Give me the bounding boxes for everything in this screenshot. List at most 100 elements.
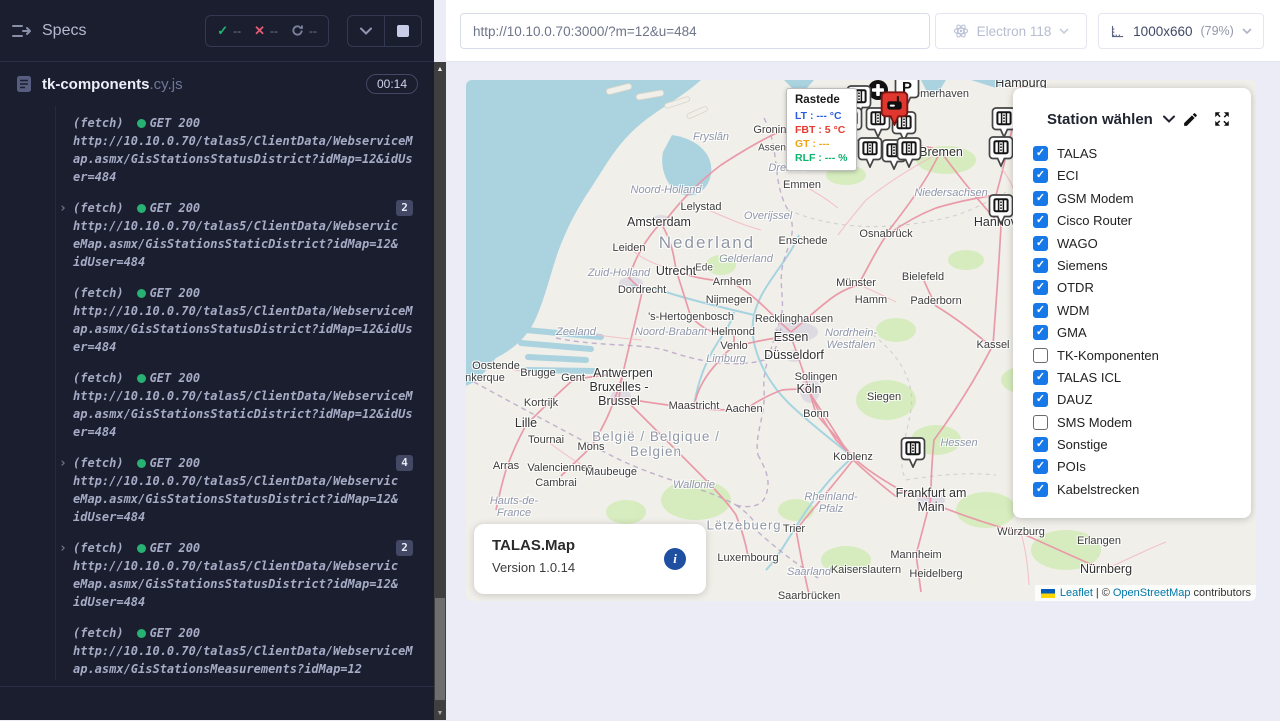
stop-button[interactable] [384, 16, 421, 46]
station-filter-talas[interactable]: ✓TALAS [1033, 146, 1251, 161]
measurement-row: FBT : 5 °C [795, 123, 848, 137]
station-panel-title[interactable]: Station wählen [1047, 111, 1153, 128]
measurement-row: LT : --- °C [795, 109, 848, 123]
checkbox-icon[interactable]: ✓ [1033, 280, 1048, 295]
checkbox-icon[interactable]: ✓ [1033, 146, 1048, 161]
osm-link[interactable]: OpenStreetMap [1113, 587, 1191, 599]
call-count-badge: 2 [396, 540, 413, 556]
network-log-entry[interactable]: ›(fetch)GET 2004http://10.10.0.70/talas5… [73, 454, 413, 526]
chevron-down-icon[interactable] [1163, 115, 1175, 123]
network-log-entry[interactable]: (fetch)GET 200http://10.10.0.70/talas5/C… [73, 114, 413, 186]
network-log-entry[interactable]: (fetch)GET 200http://10.10.0.70/talas5/C… [73, 624, 413, 678]
expand-chevron-icon[interactable]: › [59, 200, 67, 218]
request-url: http://10.10.0.70/talas5/ClientData/Webs… [73, 302, 413, 356]
collapse-chevron-button[interactable] [348, 16, 384, 46]
request-url: http://10.10.0.70/talas5/ClientData/Webs… [73, 472, 413, 526]
checkbox-label: DAUZ [1057, 392, 1092, 407]
url-input[interactable] [460, 13, 930, 49]
reporter-scrollbar[interactable]: ▲ ▼ [434, 62, 446, 720]
marker-station-alarm[interactable] [880, 91, 909, 131]
checkbox-label: TALAS ICL [1057, 370, 1121, 385]
checkbox-icon[interactable]: ✓ [1033, 325, 1048, 340]
station-filter-panel: Station wählen ✓TALAS✓ECI✓GSM Modem✓Cisc… [1013, 88, 1251, 518]
station-filter-cisco-router[interactable]: ✓Cisco Router [1033, 213, 1251, 228]
checkbox-icon[interactable]: ✓ [1033, 303, 1048, 318]
checkbox-icon[interactable]: ✓ [1033, 392, 1048, 407]
aut-topbar: Electron 118 1000x660 (79%) [446, 0, 1280, 62]
leaflet-link[interactable]: Leaflet [1060, 587, 1093, 599]
checkbox-icon[interactable] [1033, 348, 1048, 363]
scroll-down-arrow[interactable]: ▼ [434, 706, 446, 720]
edit-pencil-icon[interactable] [1182, 111, 1199, 128]
expand-chevron-icon[interactable]: › [59, 540, 67, 558]
electron-icon [953, 23, 969, 39]
station-filter-kabelstrecken[interactable]: ✓ Kabelstrecken [1033, 482, 1251, 497]
status-dot-icon [137, 289, 146, 298]
checkbox-icon[interactable]: ✓ [1033, 482, 1048, 497]
station-filter-gsm-modem[interactable]: ✓GSM Modem [1033, 191, 1251, 206]
checkbox-icon[interactable]: ✓ [1033, 258, 1048, 273]
checkbox-icon[interactable]: ✓ [1033, 213, 1048, 228]
checkbox-label: ECI [1057, 168, 1079, 183]
spec-row[interactable]: tk-components.cy.js 00:14 [0, 62, 434, 106]
network-log-entry[interactable]: ›(fetch)GET 2002http://10.10.0.70/talas5… [73, 199, 413, 271]
marker-station[interactable] [988, 194, 1014, 230]
specs-toggle-icon[interactable] [12, 23, 32, 39]
station-filter-list: ✓TALAS✓ECI✓GSM Modem✓Cisco Router✓WAGO✓S… [1013, 128, 1251, 504]
station-filter-wdm[interactable]: ✓ WDM [1033, 303, 1251, 318]
stop-icon [397, 25, 409, 37]
expand-fullscreen-icon[interactable] [1213, 110, 1231, 128]
network-log-entry[interactable]: (fetch)GET 200http://10.10.0.70/talas5/C… [73, 284, 413, 356]
call-count-badge: 4 [396, 455, 413, 471]
network-log-entry[interactable]: ›(fetch)GET 2002http://10.10.0.70/talas5… [73, 539, 413, 611]
checkbox-icon[interactable]: ✓ [1033, 370, 1048, 385]
station-filter-otdr[interactable]: ✓OTDR [1033, 280, 1251, 295]
station-panel-header: Station wählen [1013, 88, 1251, 128]
leaflet-map[interactable]: HamburgBremerhavenBremenGroningenAssenDr… [466, 80, 1256, 601]
marker-station[interactable] [900, 437, 926, 473]
expand-chevron-icon[interactable]: › [59, 455, 67, 473]
station-filter-wago[interactable]: ✓WAGO [1033, 236, 1251, 251]
marker-station[interactable] [988, 136, 1014, 172]
marker-station[interactable] [857, 137, 883, 173]
call-count-badge: 2 [396, 200, 413, 216]
station-filter-gma[interactable]: ✓GMA [1033, 325, 1251, 340]
station-filter-dauz[interactable]: ✓ DAUZ [1033, 392, 1251, 407]
specs-title[interactable]: Specs [42, 22, 86, 40]
station-filter-sonstige[interactable]: ✓Sonstige [1033, 437, 1251, 452]
station-filter-talas-icl[interactable]: ✓ TALAS ICL [1033, 370, 1251, 385]
network-log-entry[interactable]: (fetch)GET 200http://10.10.0.70/talas5/C… [73, 369, 413, 441]
checkbox-label: TK-Komponenten [1057, 348, 1159, 363]
station-filter-sms-modem[interactable]: SMS Modem [1033, 415, 1251, 430]
map-attribution: Leaflet | © OpenStreetMap contributors [1035, 585, 1256, 601]
station-filter-siemens[interactable]: ✓Siemens [1033, 258, 1251, 273]
scrollbar-thumb[interactable] [435, 598, 445, 700]
status-dot-icon [137, 374, 146, 383]
marker-station[interactable] [896, 137, 922, 173]
browser-select[interactable]: Electron 118 [935, 13, 1087, 49]
reporter-header: Specs ✓ -- ✕ -- -- [0, 0, 434, 62]
scroll-up-arrow[interactable]: ▲ [434, 62, 446, 76]
station-filter-tk-komponenten[interactable]: TK-Komponenten [1033, 348, 1251, 363]
status-dot-icon [137, 204, 146, 213]
checkbox-icon[interactable]: ✓ [1033, 437, 1048, 452]
viewport-select[interactable]: 1000x660 (79%) [1098, 13, 1264, 49]
checkbox-label: POIs [1057, 459, 1086, 474]
checkbox-icon[interactable] [1033, 415, 1048, 430]
passed-count: ✓ -- [217, 23, 241, 39]
spec-timer-badge: 00:14 [366, 74, 418, 94]
checkbox-icon[interactable]: ✓ [1033, 236, 1048, 251]
checkbox-icon[interactable]: ✓ [1033, 168, 1048, 183]
station-filter-eci[interactable]: ✓ ECI [1033, 168, 1251, 183]
request-url: http://10.10.0.70/talas5/ClientData/Webs… [73, 557, 413, 611]
station-filter-pois[interactable]: ✓ POIs [1033, 459, 1251, 474]
checkbox-label: Kabelstrecken [1057, 482, 1139, 497]
measurement-row: RLF : --- % [795, 151, 848, 165]
checkbox-icon[interactable]: ✓ [1033, 191, 1048, 206]
cypress-reporter-panel: Specs ✓ -- ✕ -- -- [0, 0, 434, 720]
checkbox-icon[interactable]: ✓ [1033, 459, 1048, 474]
info-icon[interactable]: i [664, 548, 686, 570]
checkbox-label: WDM [1057, 303, 1090, 318]
check-icon: ✓ [217, 23, 228, 39]
failed-count: ✕ -- [254, 23, 278, 39]
